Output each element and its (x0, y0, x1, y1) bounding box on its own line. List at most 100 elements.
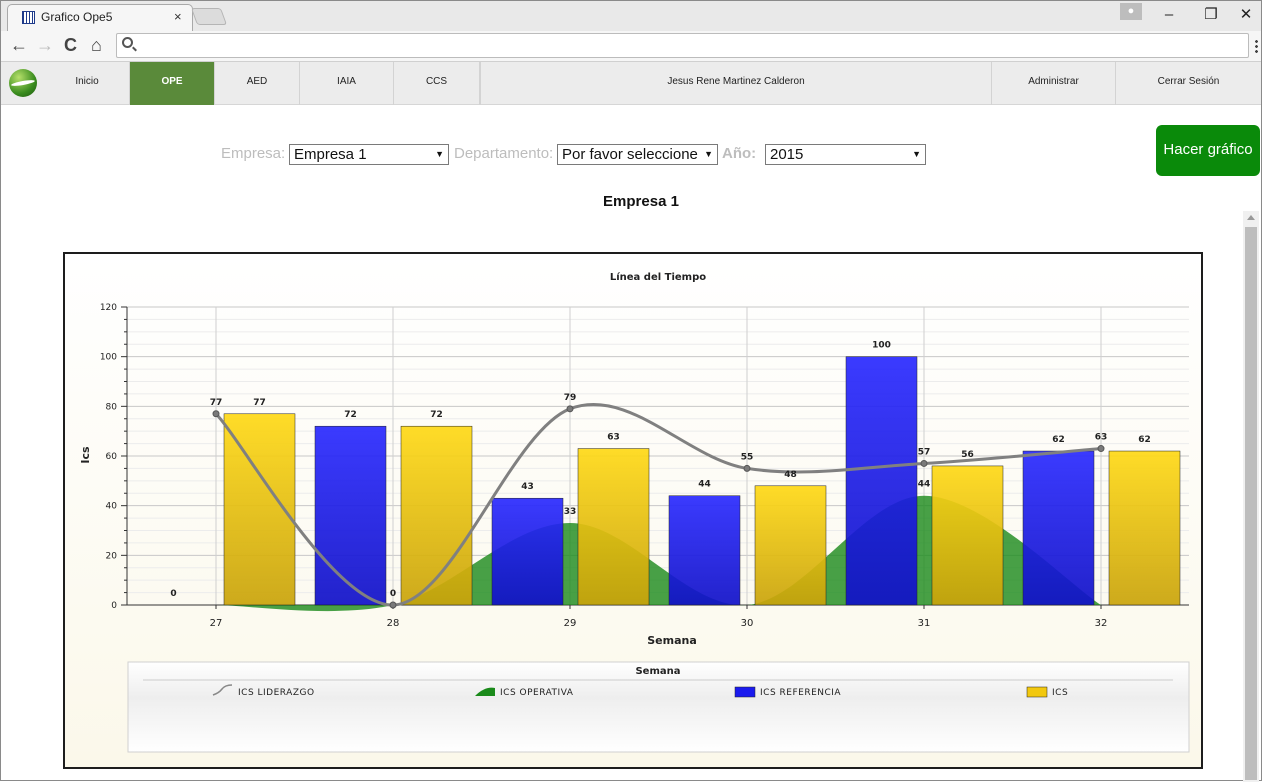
departamento-label: Departamento: (454, 145, 554, 162)
tab-strip: Grafico Ope5 × ● – ❐ ✕ (1, 1, 1261, 31)
x-tick-label: 32 (1095, 618, 1108, 629)
departamento-select[interactable]: Por favor seleccione ▼ (557, 144, 718, 165)
nav-ope[interactable]: OPE (130, 62, 215, 105)
bar-ics (754, 485, 827, 606)
tab-close-button[interactable]: × (174, 9, 182, 24)
chart-title: Línea del Tiempo (610, 271, 706, 283)
chart-legend: Semana ICS LIDERAZGO ICS OPERATIVA ICS REF… (127, 661, 1190, 753)
chart-svg: Línea del Tiempo 0 20 40 60 80 100 120 27 28 29 30… (65, 254, 1201, 767)
bar-ics-referencia (1022, 450, 1095, 606)
y-tick-label: 0 (111, 601, 117, 611)
bar-ics (1108, 450, 1181, 606)
data-label-ics: 62 (1138, 435, 1151, 445)
chart-container: Línea del Tiempo 0 20 40 60 80 100 120 27 28 29 30… (63, 252, 1203, 769)
line-point (566, 405, 574, 413)
url-input[interactable] (116, 33, 1249, 58)
page-scrollbar[interactable] (1243, 211, 1259, 782)
empresa-select-value: Empresa 1 (294, 146, 367, 163)
browser-window: Grafico Ope5 × ● – ❐ ✕ ← → C ⌂ Inicio OP… (0, 0, 1262, 782)
data-label-ics-liderazgo: 0 (390, 589, 396, 599)
restore-button[interactable]: ❐ (1191, 4, 1231, 26)
nav-administrar[interactable]: Administrar (992, 62, 1116, 105)
data-label-ics: 56 (961, 450, 974, 460)
bar-ics-referencia (314, 425, 387, 606)
legend-symbol-bar (734, 686, 756, 698)
data-label-ics-operativa: 33 (564, 507, 577, 517)
data-label-ics: 72 (430, 410, 443, 420)
page-heading: Empresa 1 (603, 193, 679, 210)
nav-aed[interactable]: AED (215, 62, 300, 105)
hacer-grafico-button[interactable]: Hacer gráfico (1156, 125, 1260, 176)
line-point (743, 464, 751, 472)
data-label-ics-referencia: 44 (698, 480, 711, 490)
home-button[interactable]: ⌂ (91, 34, 102, 56)
dropdown-arrow-icon: ▼ (435, 149, 444, 159)
bar-ics-referencia (491, 497, 564, 606)
data-label-ics-operativa: 44 (918, 480, 931, 490)
x-tick-label: 31 (918, 618, 931, 629)
anio-label: Año: (722, 145, 757, 162)
bar-ics-referencia (845, 356, 918, 606)
grid-favicon-icon (22, 11, 35, 24)
bar-ics (931, 465, 1004, 606)
nav-cerrar-sesion[interactable]: Cerrar Sesión (1116, 62, 1261, 105)
y-tick-label: 80 (106, 402, 118, 412)
menu-icon[interactable] (1255, 39, 1258, 54)
legend-label: ICS REFERENCIA (760, 688, 841, 698)
data-label-ics-referencia: 72 (344, 410, 357, 420)
dropdown-arrow-icon: ▼ (704, 149, 713, 159)
legend-title: Semana (635, 666, 680, 677)
close-window-button[interactable]: ✕ (1231, 4, 1261, 26)
user-profile-icon[interactable]: ● (1120, 3, 1142, 20)
x-tick-label: 28 (387, 618, 400, 629)
scroll-up-icon[interactable] (1247, 215, 1255, 220)
bar-ics-referencia (668, 495, 741, 606)
y-axis-title: Ics (79, 446, 92, 464)
user-name: Jesus Rene Martinez Calderon (480, 62, 992, 105)
legend-label: ICS OPERATIVA (500, 688, 574, 698)
data-label-ics-liderazgo: 79 (564, 393, 577, 403)
data-label-ics-referencia: 0 (170, 589, 176, 599)
nav-iaia[interactable]: IAIA (300, 62, 394, 105)
line-point (212, 410, 220, 418)
bar-ics (577, 448, 650, 606)
site-logo[interactable] (9, 69, 37, 97)
legend-label: ICS LIDERAZGO (238, 688, 315, 698)
data-label-ics-referencia: 43 (521, 482, 534, 492)
forward-button[interactable]: → (36, 34, 54, 56)
dropdown-arrow-icon: ▼ (912, 149, 921, 159)
legend-label: ICS (1052, 688, 1068, 698)
address-bar: ← → C ⌂ (1, 31, 1261, 62)
anio-select-value: 2015 (770, 146, 804, 163)
departamento-select-value: Por favor seleccione (562, 146, 698, 163)
data-label-ics: 63 (607, 433, 620, 443)
y-tick-label: 100 (100, 353, 117, 363)
nav-ccs[interactable]: CCS (394, 62, 480, 105)
data-label-ics-liderazgo: 63 (1095, 433, 1108, 443)
data-label-ics-referencia: 62 (1052, 435, 1065, 445)
new-tab-button[interactable] (190, 8, 228, 25)
site-nav: Inicio OPE AED IAIA CCS Jesus Rene Marti… (1, 62, 1261, 105)
minimize-button[interactable]: – (1149, 4, 1189, 26)
reload-button[interactable]: C (64, 34, 77, 56)
data-label-ics: 77 (253, 398, 266, 408)
data-label-ics-referencia: 100 (872, 341, 891, 351)
anio-select[interactable]: 2015 ▼ (765, 144, 926, 165)
back-button[interactable]: ← (10, 34, 28, 56)
data-label-ics-liderazgo: 77 (210, 398, 223, 408)
data-label-ics-liderazgo: 57 (918, 447, 931, 457)
tab-title: Grafico Ope5 (41, 10, 113, 24)
y-tick-label: 20 (106, 551, 118, 561)
empresa-label: Empresa: (221, 145, 286, 162)
search-icon (122, 37, 133, 48)
scroll-thumb[interactable] (1245, 227, 1257, 780)
x-tick-label: 30 (741, 618, 754, 629)
line-point (389, 601, 397, 609)
nav-inicio[interactable]: Inicio (45, 62, 130, 105)
browser-tab[interactable]: Grafico Ope5 × (7, 4, 193, 31)
y-tick-label: 120 (100, 303, 117, 313)
data-label-ics-liderazgo: 55 (741, 452, 754, 462)
x-axis-title: Semana (647, 634, 697, 647)
empresa-select[interactable]: Empresa 1 ▼ (289, 144, 449, 165)
line-point (1097, 445, 1105, 453)
